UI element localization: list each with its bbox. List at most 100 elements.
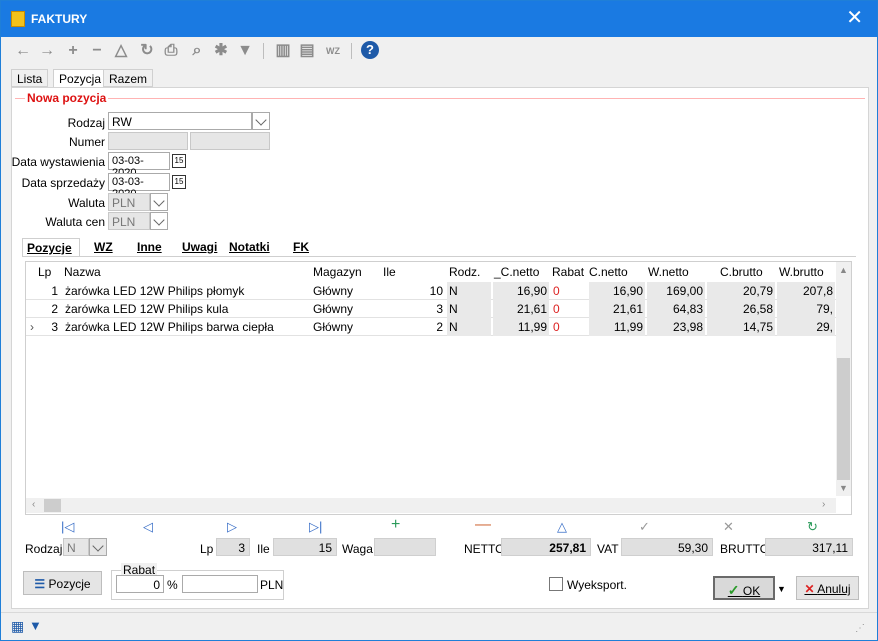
col-ile[interactable]: Ile <box>383 265 396 279</box>
rabat-pln-field[interactable] <box>182 575 258 593</box>
horizontal-scroll-thumb[interactable] <box>44 499 61 512</box>
delete-record-icon[interactable]: — <box>475 516 491 534</box>
last-record-icon[interactable]: ▷| <box>309 519 322 535</box>
data-wystawienia-field[interactable]: 03-03-2020 <box>108 152 170 179</box>
table-row[interactable]: 1 żarówka LED 12W Philips płomyk Główny … <box>26 282 836 300</box>
first-record-icon[interactable]: |◁ <box>61 519 74 535</box>
col-wnetto[interactable]: W.netto <box>648 265 689 279</box>
help-icon[interactable]: ? <box>361 41 379 59</box>
add-record-icon[interactable]: + <box>391 516 400 534</box>
status-bar: ▦ ▼ ⋰ <box>1 612 877 640</box>
tab-fk[interactable]: FK <box>293 238 309 256</box>
settings-icon[interactable]: ✱ <box>211 41 231 61</box>
prev-record-icon[interactable]: ◁ <box>143 519 153 535</box>
wz-icon[interactable]: WZ <box>323 41 343 61</box>
footer-ile-field[interactable]: 15 <box>273 538 337 556</box>
ok-button[interactable]: ✓ OK <box>713 576 775 600</box>
waluta-select[interactable]: PLN <box>108 193 150 211</box>
footer-waga-field[interactable] <box>374 538 436 556</box>
app-icon <box>11 11 25 27</box>
filter-settings-icon[interactable]: ▼ <box>29 618 42 633</box>
vertical-scroll-thumb[interactable] <box>837 358 850 480</box>
col-nazwa[interactable]: Nazwa <box>64 265 101 279</box>
cell-nazwa: żarówka LED 12W Philips barwa ciepła <box>65 320 274 334</box>
list-icon: ☰ <box>34 577 46 591</box>
wyeksport-checkbox[interactable] <box>549 577 563 591</box>
edit-triangle-icon[interactable]: △ <box>111 41 131 61</box>
forward-icon[interactable]: → <box>37 41 57 61</box>
tab-inne[interactable]: Inne <box>137 238 162 256</box>
col-lp[interactable]: Lp <box>38 265 51 279</box>
waluta-dropdown-icon[interactable] <box>150 193 168 211</box>
print-icon[interactable]: ⎙ <box>161 41 181 61</box>
close-icon[interactable]: ✕ <box>846 7 863 29</box>
remove-icon[interactable]: − <box>87 41 107 61</box>
col-cbrutto[interactable]: C.brutto <box>720 265 763 279</box>
window-title: FAKTURY <box>31 12 88 26</box>
waluta-cen-select[interactable]: PLN <box>108 212 150 230</box>
col-cnetto-base[interactable]: _C.netto <box>494 265 539 279</box>
ok-dropdown-icon[interactable]: ▼ <box>777 584 786 594</box>
pozycje-button[interactable]: ☰ Pozycje <box>23 571 102 595</box>
netto-label: NETTO <box>464 542 505 556</box>
tab-divider <box>22 256 856 257</box>
rodzaj-dropdown-icon[interactable] <box>252 112 270 130</box>
cell-magazyn: Główny <box>313 284 354 298</box>
tab-notatki[interactable]: Notatki <box>229 238 270 256</box>
tab-pozycje[interactable]: Pozycje <box>22 238 80 256</box>
rabat-percent-field[interactable]: 0 <box>116 575 164 593</box>
cell-cbrutto: 14,75 <box>707 318 775 336</box>
footer-rodzaj-select[interactable]: N <box>63 538 89 556</box>
tab-uwagi[interactable]: Uwagi <box>182 238 217 256</box>
col-magazyn[interactable]: Magazyn <box>313 265 362 279</box>
numer-field[interactable] <box>190 132 270 150</box>
numer-series-field[interactable] <box>108 132 188 150</box>
tab-lista[interactable]: Lista <box>11 69 49 87</box>
cell-wbrutto: 207,8 <box>777 282 835 300</box>
col-wbrutto[interactable]: W.brutto <box>779 265 824 279</box>
table-row[interactable]: › 3 żarówka LED 12W Philips barwa ciepła… <box>26 318 836 336</box>
tab-pozycja[interactable]: Pozycja <box>53 69 108 87</box>
tab-wz[interactable]: WZ <box>94 238 113 256</box>
cell-cnetto: 11,99 <box>589 318 645 336</box>
anuluj-button[interactable]: ✕ Anuluj <box>796 576 859 600</box>
data-sprzedazy-label: Data sprzedaży <box>21 176 105 190</box>
anuluj-button-label: Anuluj <box>817 582 851 596</box>
waluta-cen-label: Waluta cen <box>45 215 105 229</box>
next-record-icon[interactable]: ▷ <box>227 519 237 535</box>
col-rabat[interactable]: Rabat <box>552 265 584 279</box>
waluta-cen-dropdown-icon[interactable] <box>150 212 168 230</box>
add-icon[interactable]: + <box>63 41 83 61</box>
waluta-label: Waluta <box>68 196 105 210</box>
resize-grip-icon[interactable]: ⋰ <box>855 623 865 634</box>
tab-razem[interactable]: Razem <box>103 69 154 87</box>
refresh-record-icon[interactable]: ↻ <box>807 519 818 535</box>
footer-rodzaj-dropdown-icon[interactable] <box>89 538 107 556</box>
document-icon[interactable]: ▤ <box>297 41 317 61</box>
grid-icon[interactable]: ▦ <box>11 618 24 635</box>
search-icon[interactable]: ⌕ <box>187 41 207 61</box>
scroll-right-icon[interactable]: › <box>822 499 825 510</box>
calendar-icon[interactable]: 15 <box>172 154 186 168</box>
scroll-left-icon[interactable]: ‹ <box>32 499 35 510</box>
table-row[interactable]: 2 żarówka LED 12W Philips kula Główny 3 … <box>26 300 836 318</box>
confirm-icon[interactable]: ✓ <box>639 519 650 535</box>
footer-lp-field[interactable]: 3 <box>216 538 250 556</box>
scroll-down-icon[interactable]: ▼ <box>839 483 848 493</box>
horizontal-scrollbar[interactable] <box>26 498 836 513</box>
barcode-icon[interactable]: ▥ <box>273 41 293 61</box>
refresh-icon[interactable]: ↻ <box>137 41 157 61</box>
edit-record-icon[interactable]: △ <box>557 519 567 535</box>
cell-cnetto-base: 16,90 <box>493 282 549 300</box>
data-sprzedazy-field[interactable]: 03-03-2020 <box>108 173 170 200</box>
scroll-up-icon[interactable]: ▲ <box>839 265 848 275</box>
rodzaj-select[interactable]: RW <box>108 112 252 130</box>
filter-icon[interactable]: ▼ <box>235 41 255 61</box>
cancel-edit-icon[interactable]: ✕ <box>723 519 734 535</box>
col-cnetto[interactable]: C.netto <box>589 265 628 279</box>
back-icon[interactable]: ← <box>13 41 33 61</box>
calendar-icon[interactable]: 15 <box>172 175 186 189</box>
cell-rodz: N <box>447 282 491 300</box>
col-rodz[interactable]: Rodz. <box>449 265 480 279</box>
footer-ile-label: Ile <box>257 542 270 556</box>
